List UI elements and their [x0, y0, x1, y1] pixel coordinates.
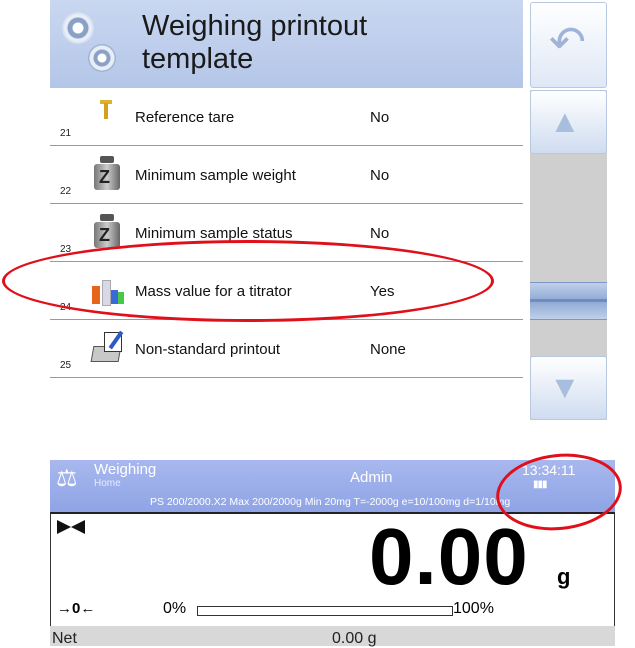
progress-max-label: 100%	[453, 600, 494, 617]
scrollbar[interactable]: ▲ ▼	[530, 90, 607, 420]
stability-icon-right	[71, 520, 85, 534]
info-row: Net 0.00 g	[50, 626, 615, 647]
load-progress-bar	[197, 606, 453, 616]
list-item-non-standard-printout[interactable]: 25 Non-standard printout None	[50, 320, 523, 378]
arrow-down-icon: ▼	[549, 369, 581, 405]
item-label: Reference tare	[135, 109, 235, 126]
mode-sub: Home	[94, 478, 121, 489]
scroll-down-button[interactable]: ▼	[530, 356, 607, 420]
user-name[interactable]: Admin	[350, 469, 393, 486]
item-value: No	[370, 109, 390, 126]
item-value: No	[370, 167, 390, 184]
stability-icon	[57, 520, 71, 534]
item-value: No	[370, 225, 390, 242]
highlight-ellipse-titrator	[2, 240, 494, 322]
scroll-up-button[interactable]: ▲	[530, 90, 607, 154]
settings-list: 21 Reference tare No 22 Z Minimum sample…	[50, 88, 523, 378]
item-number: 21	[60, 128, 72, 139]
gear-small-icon	[88, 44, 116, 72]
weight-unit[interactable]: g	[557, 564, 570, 590]
balance-params: PS 200/2000.X2 Max 200/2000g Min 20mg T=…	[150, 496, 511, 508]
item-value: None	[370, 341, 406, 358]
scale-icon[interactable]: ⚖	[56, 464, 78, 493]
gear-icon	[62, 12, 94, 44]
tare-icon	[90, 98, 124, 132]
net-value: 0.00 g	[332, 630, 377, 647]
arrow-up-icon: ▲	[549, 103, 581, 139]
weight-icon: Z	[90, 156, 124, 190]
undo-arrow-icon: ↶	[549, 18, 586, 67]
back-button[interactable]: ↶	[530, 2, 607, 88]
item-label: Non-standard printout	[135, 341, 281, 358]
item-number: 25	[60, 360, 72, 371]
item-label: Minimum sample weight	[135, 167, 296, 184]
list-item-reference-tare[interactable]: 21 Reference tare No	[50, 88, 523, 146]
weight-icon: Z	[90, 214, 124, 248]
item-number: 22	[60, 186, 72, 197]
mode-name[interactable]: Weighing	[94, 461, 156, 478]
weight-reading: 0.00	[369, 512, 529, 601]
screen-header: Weighing printout template	[50, 0, 523, 88]
page-title: Weighing printout template	[142, 10, 368, 75]
list-item-minimum-sample-weight[interactable]: 22 Z Minimum sample weight No	[50, 146, 523, 204]
net-label: Net	[52, 630, 77, 647]
weight-display: 0.00 g →0← 0% 100%	[50, 512, 615, 627]
zero-indicator: →0←	[57, 600, 96, 617]
printout-template-screen: Weighing printout template ↶ 21 Referenc…	[50, 0, 615, 420]
scroll-thumb[interactable]	[530, 282, 607, 320]
printout-icon	[90, 330, 124, 364]
progress-min-label: 0%	[163, 600, 187, 617]
